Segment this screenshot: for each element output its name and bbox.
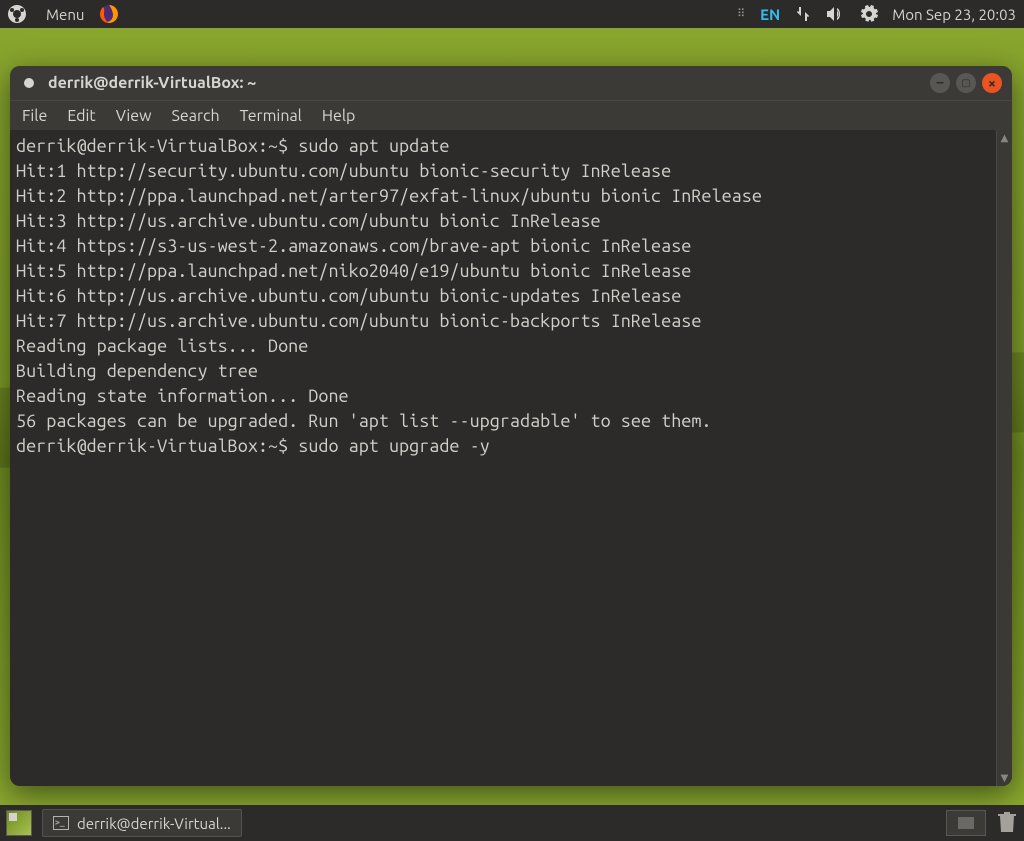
menu-view[interactable]: View	[116, 107, 152, 125]
top-panel-left: Menu	[0, 3, 120, 25]
terminal-body: derrik@derrik-VirtualBox:~$ sudo apt upd…	[10, 130, 1012, 786]
top-panel: Menu ⠿ EN Mon Sep 23, 20:03	[0, 0, 1024, 28]
network-icon[interactable]	[794, 5, 812, 23]
bottom-panel: derrik@derrik-Virtual...	[0, 805, 1024, 841]
taskbar-item-label: derrik@derrik-Virtual...	[77, 815, 231, 832]
window-controls	[930, 73, 1002, 93]
language-indicator[interactable]: EN	[760, 6, 780, 23]
menu-button[interactable]: Menu	[42, 6, 88, 23]
desktop: derrik@derrik-VirtualBox: ~ File Edit Vi…	[0, 28, 1024, 805]
menu-file[interactable]: File	[22, 107, 47, 125]
volume-icon[interactable]	[826, 5, 846, 23]
settings-gear-icon[interactable]	[860, 5, 878, 23]
workspace-switcher[interactable]	[946, 810, 986, 836]
ubuntu-logo-icon[interactable]	[6, 3, 28, 25]
show-desktop-button[interactable]	[6, 810, 32, 836]
indicator-grip-icon: ⠿	[737, 10, 746, 19]
scroll-down-icon[interactable]: ▼	[997, 770, 1012, 786]
minimize-button[interactable]	[930, 73, 950, 93]
close-button[interactable]	[982, 73, 1002, 93]
window-title: derrik@derrik-VirtualBox: ~	[48, 74, 930, 92]
terminal-menubar: File Edit View Search Terminal Help	[10, 100, 1012, 130]
maximize-button[interactable]	[956, 73, 976, 93]
firefox-icon[interactable]	[98, 3, 120, 25]
terminal-icon	[53, 816, 69, 830]
clock[interactable]: Mon Sep 23, 20:03	[892, 6, 1018, 23]
terminal-scrollbar[interactable]: ▲ ▼	[996, 130, 1012, 786]
menu-edit[interactable]: Edit	[67, 107, 95, 125]
menu-search[interactable]: Search	[172, 107, 220, 125]
trash-icon[interactable]	[996, 810, 1018, 837]
menu-help[interactable]: Help	[322, 107, 356, 125]
scroll-up-icon[interactable]: ▲	[997, 130, 1012, 146]
top-panel-right: ⠿ EN Mon Sep 23, 20:03	[737, 5, 1018, 23]
app-indicator-icon	[24, 78, 34, 88]
terminal-content[interactable]: derrik@derrik-VirtualBox:~$ sudo apt upd…	[10, 130, 996, 786]
terminal-window: derrik@derrik-VirtualBox: ~ File Edit Vi…	[10, 66, 1012, 786]
taskbar-item-terminal[interactable]: derrik@derrik-Virtual...	[42, 809, 242, 837]
menu-terminal[interactable]: Terminal	[240, 107, 302, 125]
terminal-titlebar[interactable]: derrik@derrik-VirtualBox: ~	[10, 66, 1012, 100]
